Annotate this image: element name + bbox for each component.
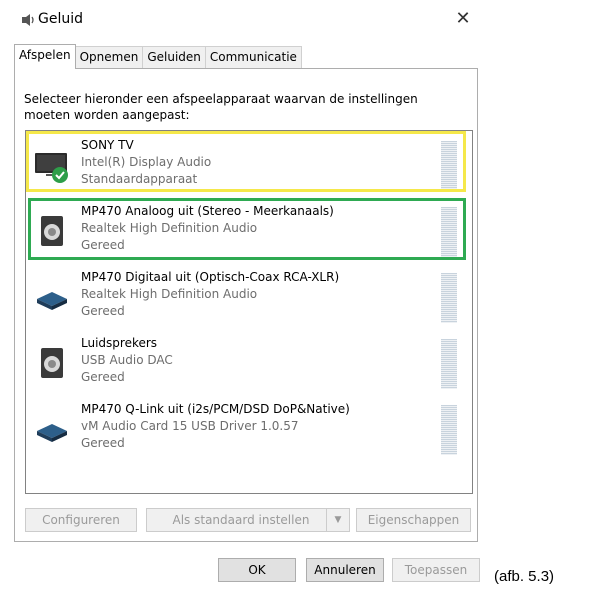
instruction-text: Selecteer hieronder een afspeelapparaat …: [24, 92, 418, 122]
device-status: Gereed: [81, 238, 125, 252]
list-item[interactable]: SONY TV Intel(R) Display Audio Standaard…: [26, 133, 472, 195]
device-status: Standaardapparaat: [81, 172, 198, 186]
device-status: Gereed: [81, 370, 125, 384]
volume-meter: [441, 207, 457, 257]
device-driver: Realtek High Definition Audio: [81, 287, 258, 301]
device-status: Gereed: [81, 436, 125, 450]
device-name: MP470 Q-Link uit (i2s/PCM/DSD DoP&Native…: [81, 402, 350, 416]
tab-opnemen[interactable]: Opnemen: [74, 46, 144, 69]
list-item[interactable]: MP470 Q-Link uit (i2s/PCM/DSD DoP&Native…: [26, 397, 472, 459]
digital-output-icon: [37, 292, 67, 310]
figure-caption: (afb. 5.3): [494, 568, 555, 585]
volume-meter: [441, 339, 457, 389]
default-check-icon: [52, 167, 68, 183]
speaker-icon: [41, 216, 63, 246]
title-bar: Geluid ✕: [0, 0, 490, 40]
device-status: Gereed: [81, 304, 125, 318]
monitor-icon: [35, 153, 68, 183]
list-item[interactable]: Luidsprekers USB Audio DAC Gereed: [26, 331, 472, 393]
device-driver: Intel(R) Display Audio: [81, 155, 212, 169]
device-name: MP470 Analoog uit (Stereo - Meerkanaals): [81, 204, 334, 218]
apply-button[interactable]: Toepassen: [392, 558, 480, 582]
tab-afspelen[interactable]: Afspelen: [14, 44, 76, 69]
volume-meter: [441, 405, 457, 455]
device-list[interactable]: SONY TV Intel(R) Display Audio Standaard…: [25, 130, 473, 494]
list-item[interactable]: MP470 Digitaal uit (Optisch-Coax RCA-XLR…: [26, 265, 472, 327]
device-driver: Realtek High Definition Audio: [81, 221, 258, 235]
volume-meter: [441, 141, 457, 191]
window-title: Geluid: [38, 11, 84, 27]
digital-output-icon: [37, 424, 67, 442]
properties-button[interactable]: Eigenschappen: [356, 508, 471, 532]
configure-button[interactable]: Configureren: [25, 508, 137, 532]
device-name: MP470 Digitaal uit (Optisch-Coax RCA-XLR…: [81, 270, 340, 284]
tab-bar: Afspelen Opnemen Geluiden Communicatie: [14, 44, 302, 69]
close-icon[interactable]: ✕: [450, 6, 476, 32]
volume-meter: [441, 273, 457, 323]
sound-dialog: Geluid ✕ Afspelen Opnemen Geluiden Commu…: [0, 0, 490, 591]
ok-button[interactable]: OK: [218, 558, 296, 582]
speaker-icon: [41, 348, 63, 378]
list-item[interactable]: MP470 Analoog uit (Stereo - Meerkanaals)…: [26, 199, 472, 261]
set-default-button[interactable]: Als standaard instellen: [146, 508, 336, 532]
cancel-button[interactable]: Annuleren: [306, 558, 384, 582]
chevron-down-icon[interactable]: ▼: [326, 508, 350, 532]
device-name: Luidsprekers: [81, 336, 158, 350]
device-name: SONY TV: [81, 138, 134, 152]
tab-geluiden[interactable]: Geluiden: [142, 46, 206, 69]
device-driver: USB Audio DAC: [81, 353, 173, 367]
device-driver: vM Audio Card 15 USB Driver 1.0.57: [81, 419, 299, 433]
speaker-icon: [22, 14, 34, 26]
tab-communicatie[interactable]: Communicatie: [204, 46, 302, 69]
